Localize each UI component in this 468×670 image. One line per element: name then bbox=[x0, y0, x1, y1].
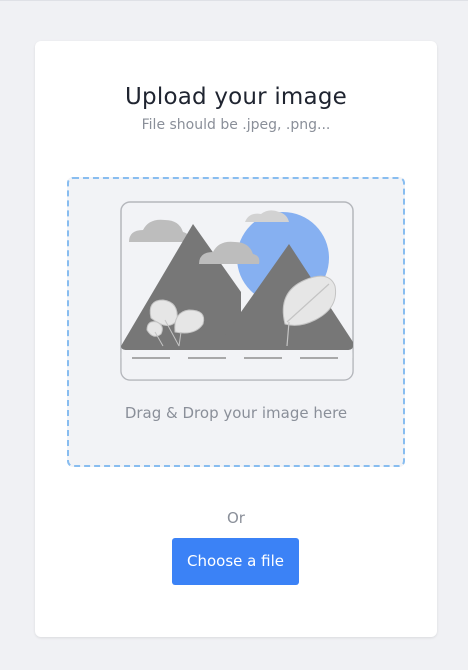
upload-title: Upload your image bbox=[125, 84, 347, 110]
drop-zone[interactable]: Drag & Drop your image here bbox=[67, 177, 405, 467]
or-divider-text: Or bbox=[227, 509, 245, 527]
upload-subtitle: File should be .jpeg, .png... bbox=[141, 117, 331, 133]
page: Upload your image File should be .jpeg, … bbox=[0, 0, 468, 670]
drop-instruction: Drag & Drop your image here bbox=[124, 404, 348, 422]
choose-file-button[interactable]: Choose a file bbox=[172, 538, 299, 585]
image-placeholder-icon bbox=[120, 201, 354, 381]
upload-card: Upload your image File should be .jpeg, … bbox=[35, 41, 437, 637]
